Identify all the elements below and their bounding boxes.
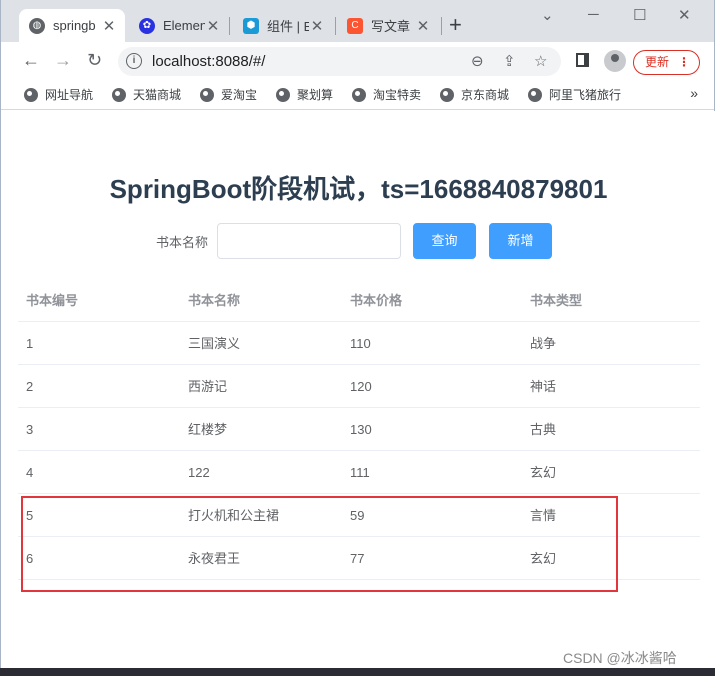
globe-icon xyxy=(200,87,214,102)
update-button[interactable]: 更新 ⋮ xyxy=(633,50,700,75)
tab-separator xyxy=(335,17,336,35)
search-form: 书本名称 查询 新增 xyxy=(2,222,715,260)
bookmark-label: 聚划算 xyxy=(297,88,334,102)
maximize-icon[interactable]: ☐ xyxy=(633,6,646,24)
globe-icon xyxy=(24,87,38,102)
profile-avatar-icon[interactable] xyxy=(604,50,626,72)
close-icon[interactable]: ✕ xyxy=(415,17,431,35)
globe-icon xyxy=(352,87,366,102)
bookmark-label: 京东商城 xyxy=(461,88,510,102)
close-icon[interactable]: ✕ xyxy=(205,17,221,35)
table-cell: 古典 xyxy=(530,422,557,437)
hexagon-icon: ⬢ xyxy=(243,17,259,34)
browser-toolbar: ← → ↻ i localhost:8088/#/ ⊖ ⇪ ☆ 更新 ⋮ xyxy=(1,42,714,80)
minimize-icon[interactable]: ─ xyxy=(588,6,599,23)
tab-separator xyxy=(229,17,230,35)
bookmark-item[interactable]: 淘宝特卖 xyxy=(352,86,421,103)
table-cell: 玄幻 xyxy=(530,465,557,480)
bookmarks-bar: 网址导航 天猫商城 爱淘宝 聚划算 淘宝特卖 京东商城 阿里飞猪旅行 » xyxy=(1,80,714,110)
bookmark-label: 天猫商城 xyxy=(133,88,182,102)
tab-write-article[interactable]: C 写文章 ✕ xyxy=(337,9,439,42)
paw-icon: ✿ xyxy=(139,17,155,34)
table-row[interactable]: 3 红楼梦 130 古典 xyxy=(18,408,700,451)
book-name-input[interactable] xyxy=(217,223,401,259)
tab-title: Elemen xyxy=(163,18,205,33)
new-tab-icon[interactable]: + xyxy=(449,14,462,36)
table-cell: 神话 xyxy=(530,379,557,394)
window-close-icon[interactable]: ✕ xyxy=(678,6,691,24)
tab-element[interactable]: ✿ Elemen ✕ xyxy=(129,9,229,42)
column-header: 书本编号 xyxy=(26,293,79,308)
back-arrow-icon[interactable]: ← xyxy=(22,50,40,70)
tab-title: 组件 | E xyxy=(267,19,309,34)
table-cell: 西游记 xyxy=(188,379,228,394)
bookmark-star-icon[interactable]: ☆ xyxy=(534,52,547,70)
tab-springboot[interactable]: ◍ springb ✕ xyxy=(19,9,125,42)
table-cell: 4 xyxy=(26,465,34,480)
tab-components[interactable]: ⬢ 组件 | E ✕ xyxy=(233,9,333,42)
table-cell: 红楼梦 xyxy=(188,422,228,437)
forward-arrow-icon[interactable]: → xyxy=(54,50,72,70)
bookmark-label: 网址导航 xyxy=(45,88,94,102)
url-text: localhost:8088/#/ xyxy=(152,53,266,70)
kebab-menu-icon[interactable]: ⋮ xyxy=(678,51,690,74)
table-row[interactable]: 4 122 111 玄幻 xyxy=(18,451,700,494)
table-cell: 战争 xyxy=(530,336,557,351)
page-title: SpringBoot阶段机试，ts=1668840879801 xyxy=(109,174,608,204)
tab-title: 写文章 xyxy=(371,19,411,34)
annotation-highlight-box xyxy=(21,496,618,592)
globe-icon xyxy=(440,87,454,102)
table-cell: 130 xyxy=(350,422,372,437)
table-row[interactable]: 1 三国演义 110 战争 xyxy=(18,322,700,365)
book-name-label: 书本名称 xyxy=(156,235,209,250)
tab-separator xyxy=(441,17,442,35)
close-icon[interactable]: ✕ xyxy=(101,17,117,35)
bookmark-item[interactable]: 京东商城 xyxy=(440,86,509,103)
csdn-watermark: CSDN @冰冰酱哈 xyxy=(563,650,677,666)
table-cell: 2 xyxy=(26,379,34,394)
table-cell: 120 xyxy=(350,379,372,394)
bookmarks-overflow-icon[interactable]: » xyxy=(690,85,698,101)
column-header: 书本名称 xyxy=(188,293,241,308)
side-panel-icon[interactable] xyxy=(576,53,589,67)
bookmark-label: 淘宝特卖 xyxy=(373,88,422,102)
globe-icon: ◍ xyxy=(29,17,45,34)
column-header: 书本价格 xyxy=(350,293,403,308)
bookmark-label: 爱淘宝 xyxy=(221,88,258,102)
zoom-icon[interactable]: ⊖ xyxy=(471,52,484,70)
globe-icon xyxy=(276,87,290,102)
bookmark-item[interactable]: 阿里飞猪旅行 xyxy=(528,86,621,103)
table-cell: 111 xyxy=(350,465,370,480)
table-cell: 1 xyxy=(26,336,34,351)
table-cell: 3 xyxy=(26,422,34,437)
query-button[interactable]: 查询 xyxy=(413,223,476,259)
update-label: 更新 xyxy=(645,55,670,69)
address-bar[interactable]: i localhost:8088/#/ ⊖ ⇪ ☆ xyxy=(118,47,561,76)
bookmark-label: 阿里飞猪旅行 xyxy=(549,88,622,102)
table-cell: 三国演义 xyxy=(188,336,241,351)
share-icon[interactable]: ⇪ xyxy=(503,52,516,70)
reload-icon[interactable]: ↻ xyxy=(87,50,102,70)
bookmark-item[interactable]: 聚划算 xyxy=(276,86,333,103)
info-icon[interactable]: i xyxy=(126,53,142,69)
tab-search-chevron-icon[interactable]: ⌄ xyxy=(541,6,554,24)
bookmark-item[interactable]: 网址导航 xyxy=(24,86,93,103)
table-header-row: 书本编号 书本名称 书本价格 书本类型 xyxy=(18,279,700,322)
tab-strip: ◍ springb ✕ ✿ Elemen ✕ ⬢ 组件 | E ✕ C 写文章 … xyxy=(1,0,714,42)
bookmark-item[interactable]: 爱淘宝 xyxy=(200,86,257,103)
table-row[interactable]: 2 西游记 120 神话 xyxy=(18,365,700,408)
tab-title: springb xyxy=(53,18,96,33)
globe-icon xyxy=(528,87,542,102)
column-header: 书本类型 xyxy=(530,293,583,308)
table-cell: 110 xyxy=(350,336,371,351)
csdn-c-icon: C xyxy=(347,17,363,34)
close-icon[interactable]: ✕ xyxy=(309,17,325,35)
table-cell: 122 xyxy=(188,465,210,480)
globe-icon xyxy=(112,87,126,102)
add-button[interactable]: 新增 xyxy=(489,223,552,259)
bookmark-item[interactable]: 天猫商城 xyxy=(112,86,181,103)
